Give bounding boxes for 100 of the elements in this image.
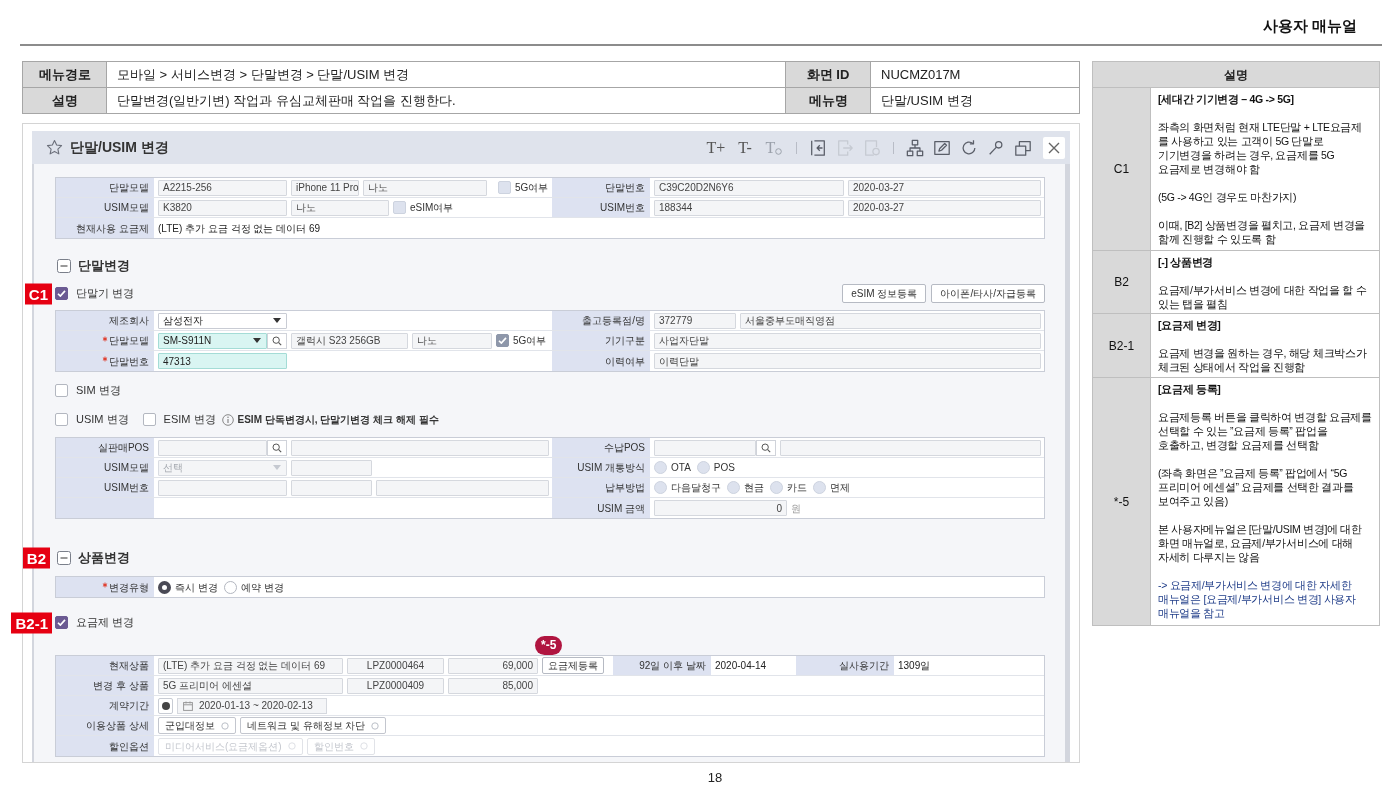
circle-icon bbox=[371, 721, 380, 730]
note-text: (좌측 화면은 ”요금제 등록” 팝업에서 “5G 프리미어 에센셜” 요금제를 선택한 결과를 보여주고 있음) bbox=[1158, 466, 1355, 508]
input-field[interactable]: 0 bbox=[654, 500, 787, 516]
window-title: 단말/USIM 변경 bbox=[70, 138, 169, 157]
search-button[interactable] bbox=[267, 332, 287, 349]
field-label: USIM 금액 bbox=[597, 501, 645, 516]
input-field[interactable] bbox=[780, 439, 1041, 456]
input-field[interactable] bbox=[654, 439, 756, 456]
field-label: 단말번호 bbox=[605, 181, 645, 195]
input-field[interactable]: iPhone 11 Pro bbox=[291, 179, 359, 196]
field-value: 2020-04-14 bbox=[715, 659, 767, 673]
caret-icon bbox=[253, 338, 261, 343]
minus-box-icon[interactable] bbox=[57, 259, 71, 273]
field-label: 단말번호 bbox=[109, 354, 149, 369]
pencil-box-icon[interactable] bbox=[933, 138, 951, 157]
annotation-marker: C1 bbox=[24, 283, 52, 304]
table-header-cell: 설명 bbox=[23, 88, 107, 114]
font-size-button[interactable]: T- bbox=[735, 137, 755, 158]
field-label: 현재상품 bbox=[109, 659, 149, 673]
checkbox[interactable] bbox=[55, 384, 68, 397]
input-field[interactable]: 372779 bbox=[654, 312, 736, 329]
hierarchy-icon[interactable] bbox=[906, 138, 924, 157]
input-field[interactable] bbox=[291, 439, 549, 456]
radio-label: POS bbox=[713, 461, 735, 475]
input-field[interactable]: 47313 bbox=[158, 353, 287, 369]
action-button[interactable]: eSIM 정보등록 bbox=[842, 284, 927, 303]
input-field[interactable]: 5G 프리미어 에센셜 bbox=[158, 677, 343, 694]
input-field[interactable]: LPZ0000409 bbox=[347, 677, 444, 694]
refresh-icon[interactable] bbox=[960, 138, 978, 157]
checkbox[interactable] bbox=[142, 413, 156, 426]
radio-button[interactable] bbox=[158, 580, 171, 594]
search-button[interactable] bbox=[267, 439, 287, 456]
note-title: [-] 상품변경 bbox=[1158, 255, 1214, 269]
field-label: 실판매POS bbox=[97, 441, 149, 455]
search-button[interactable] bbox=[756, 439, 776, 456]
input-field[interactable]: A2215-256 bbox=[158, 179, 287, 196]
note-text: 요금제등록 버튼을 클릭하여 변경할 요금제를 선택할 수 있는 ”요금제 등록” 팝업을 호출하고, 변경할 요금제를 선택함 bbox=[1158, 410, 1373, 452]
annotation-marker: B2-1 bbox=[11, 612, 52, 633]
circle-icon bbox=[359, 742, 368, 750]
check-icon bbox=[57, 290, 66, 297]
register-button[interactable]: 요금제등록 bbox=[542, 657, 604, 674]
input-field[interactable]: 85,000 bbox=[448, 677, 538, 694]
checkbox[interactable] bbox=[55, 287, 68, 300]
field-label: USIM모델 bbox=[104, 461, 149, 475]
field-value: 1309일 bbox=[898, 659, 931, 673]
close-button[interactable] bbox=[1043, 136, 1065, 159]
input-field[interactable] bbox=[291, 479, 372, 496]
input-field[interactable]: 나노 bbox=[363, 179, 487, 196]
input-field[interactable]: 188344 bbox=[654, 199, 844, 216]
table-header-cell: 메뉴명 bbox=[786, 88, 871, 114]
checkbox[interactable] bbox=[55, 413, 68, 426]
annotation-marker: *-5 bbox=[535, 636, 563, 655]
input-field[interactable] bbox=[291, 459, 372, 476]
radio-label: OTA bbox=[671, 461, 691, 475]
input-field[interactable]: 나노 bbox=[291, 199, 389, 216]
checkbox-label: eSIM여부 bbox=[410, 201, 454, 215]
font-size-button[interactable]: T+ bbox=[706, 137, 726, 158]
section-title: 단말변경 bbox=[78, 257, 130, 276]
field-label: 단말모델 bbox=[109, 334, 149, 348]
input-field[interactable]: K3820 bbox=[158, 199, 287, 216]
input-field[interactable]: 이력단말 bbox=[654, 353, 1041, 369]
pin-icon[interactable] bbox=[987, 138, 1005, 157]
input-field[interactable]: 2020-03-27 bbox=[848, 179, 1041, 196]
search-icon bbox=[272, 442, 282, 453]
note-text: 요금제 변경을 원하는 경우, 해당 체크박스가 체크된 상태에서 작업을 진행함 bbox=[1158, 346, 1368, 374]
input-field[interactable]: 2020-03-27 bbox=[848, 199, 1041, 216]
option-chip[interactable]: 군입대정보 bbox=[158, 717, 236, 734]
input-field[interactable]: 사업자단말 bbox=[654, 332, 1041, 349]
input-field[interactable] bbox=[376, 479, 549, 496]
windows-icon[interactable] bbox=[1014, 138, 1032, 157]
option-chip[interactable]: 네트워크 및 유해정보 차단 bbox=[240, 717, 387, 734]
minus-box-icon[interactable] bbox=[57, 551, 71, 565]
checkbox-label: 5G여부 bbox=[515, 181, 549, 195]
select-field[interactable]: 삼성전자 bbox=[158, 312, 287, 329]
field-label: USIM번호 bbox=[600, 201, 645, 215]
table-cell: 단말/USIM 변경 bbox=[871, 88, 1080, 114]
input-field[interactable]: (LTE) 추가 요금 걱정 없는 데이터 69 bbox=[158, 657, 343, 674]
input-field[interactable]: 69,000 bbox=[448, 657, 538, 674]
input-field[interactable] bbox=[158, 439, 267, 456]
panel-collapse-icon[interactable] bbox=[809, 138, 827, 157]
field-label: 변경유형 bbox=[109, 580, 149, 595]
input-field[interactable]: C39C20D2N6Y6 bbox=[654, 179, 844, 196]
note-text: ESIM 단독변경시, 단말기변경 체크 해제 필수 bbox=[237, 413, 439, 427]
radio-button[interactable] bbox=[223, 580, 237, 594]
select-field[interactable]: SM-S911N bbox=[158, 332, 267, 349]
checkbox-label: SIM 변경 bbox=[76, 383, 121, 399]
note-text: 요금제/부가서비스 변경에 대한 작업을 할 수 있는 탭을 펼침 bbox=[1158, 283, 1368, 311]
input-field[interactable]: LPZ0000464 bbox=[347, 657, 444, 674]
table-header-cell: 설명 bbox=[1093, 62, 1379, 88]
input-field[interactable]: 나노 bbox=[412, 332, 492, 349]
checkbox[interactable] bbox=[55, 616, 68, 629]
field-label: USIM모델 bbox=[104, 201, 149, 215]
star-icon[interactable] bbox=[46, 139, 63, 156]
input-field[interactable] bbox=[158, 479, 287, 496]
input-field[interactable]: 갤럭시 S23 256GB bbox=[291, 332, 408, 349]
date-range-field[interactable]: 2020-01-13 ~ 2020-02-13 bbox=[177, 697, 327, 714]
input-field[interactable]: 서울중부도매직영점 bbox=[740, 312, 1041, 329]
action-button[interactable]: 아이폰/타사/자급등록 bbox=[931, 284, 1045, 303]
radio-label: 예약 변경 bbox=[240, 580, 284, 595]
close-icon bbox=[1048, 141, 1060, 154]
